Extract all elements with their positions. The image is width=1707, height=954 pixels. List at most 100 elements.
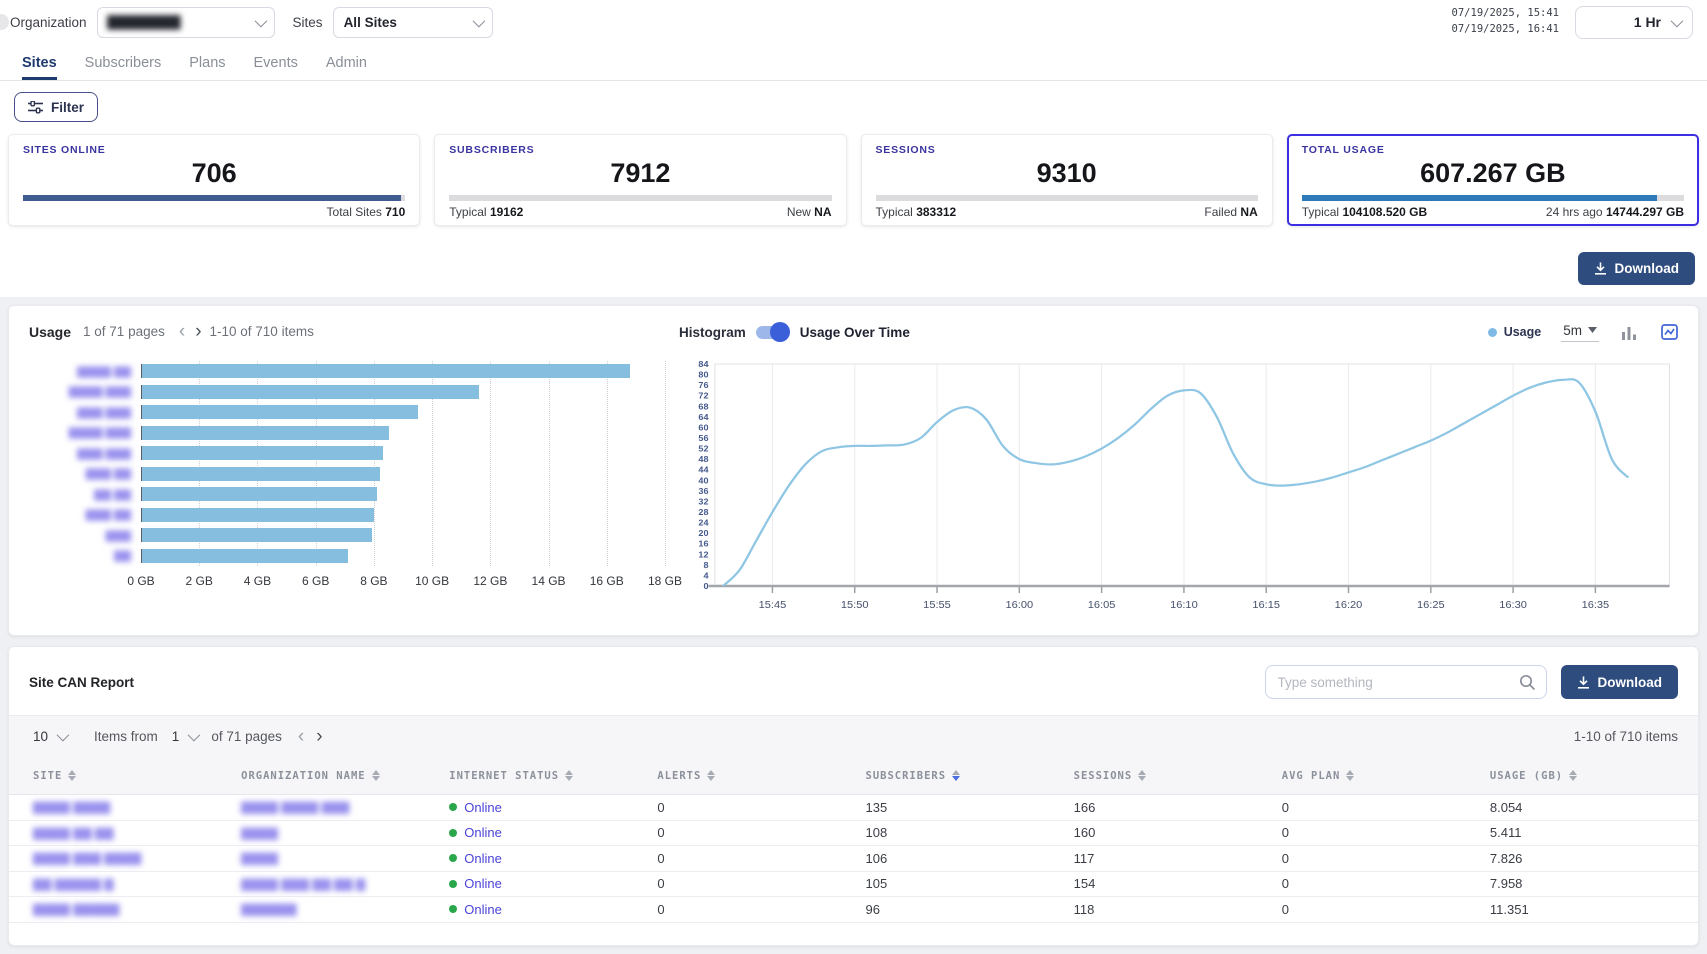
sliders-icon [28,101,43,114]
internet-status-cell: Online [449,825,657,840]
organization-link-redacted[interactable]: ▇▇▇▇ [241,851,449,865]
organization-link-redacted[interactable]: ▇▇▇▇ ▇▇▇ ▇▇ ▇▇ ▇ [241,877,449,891]
table-row: ▇▇▇▇ ▇▇ ▇▇▇▇▇▇Online010816005.411 [9,821,1698,847]
sort-icon [372,770,380,781]
bar-label-redacted[interactable]: ▇▇▇ ▇▇ [29,467,141,480]
site-link-redacted[interactable]: ▇▇▇▇ ▇▇▇ ▇▇▇▇ [33,851,241,865]
column-header-organization-name[interactable]: ORGANIZATION NAME [241,770,449,782]
table-prev-page-button[interactable]: ‹ [296,727,306,746]
bar-x-tick-label: 10 GB [415,574,449,588]
table-body: ▇▇▇▇ ▇▇▇▇▇▇▇▇ ▇▇▇▇ ▇▇▇Online013516608.05… [9,795,1698,923]
internet-status-link[interactable]: Online [464,825,502,840]
kpi-label: SUBSCRIBERS [449,144,831,156]
svg-text:16:30: 16:30 [1499,599,1527,611]
column-header-internet-status[interactable]: INTERNET STATUS [449,770,657,782]
bar[interactable] [142,487,377,501]
usage-prev-page-button[interactable]: ‹ [177,322,187,341]
column-header-alerts[interactable]: ALERTS [657,770,865,782]
bar-row: ▇▇▇▇ ▇▇▇ [29,382,665,403]
svg-text:44: 44 [698,465,708,475]
internet-status-link[interactable]: Online [464,902,502,917]
tab-events[interactable]: Events [254,55,298,80]
kpi-value: 607.267 GB [1302,158,1684,189]
svg-text:56: 56 [698,433,708,443]
site-link-redacted[interactable]: ▇▇▇▇ ▇▇▇▇ [33,800,241,814]
chart-view-toggle[interactable] [756,326,788,339]
bar-chart-grid: ▇▇▇▇ ▇▇▇▇▇▇ ▇▇▇▇▇▇ ▇▇▇▇▇▇▇ ▇▇▇▇▇▇ ▇▇▇▇▇▇… [29,361,665,566]
table-header-row: SITEORGANIZATION NAMEINTERNET STATUSALER… [9,757,1698,795]
line-chart-view-button[interactable] [1659,322,1680,342]
bar[interactable] [142,467,380,481]
kpi-card-subscribers[interactable]: SUBSCRIBERS7912Typical 19162New NA [434,134,846,226]
bar[interactable] [142,405,418,419]
bar-track [141,467,665,481]
usage-title: Usage [29,324,71,340]
bar-label-redacted[interactable]: ▇▇▇ ▇▇▇ [29,406,141,419]
kpi-card-sessions[interactable]: SESSIONS9310Typical 383312Failed NA [861,134,1273,226]
bar[interactable] [142,446,383,460]
bar[interactable] [142,528,372,542]
organization-link-redacted[interactable]: ▇▇▇▇ ▇▇▇▇ ▇▇▇ [241,800,449,814]
bar-label-redacted[interactable]: ▇▇▇▇ ▇▇▇ [29,426,141,439]
filter-button[interactable]: Filter [14,92,98,122]
bar-track [141,426,665,440]
kpi-progress-bar [876,195,1258,201]
internet-status-link[interactable]: Online [464,851,502,866]
tab-plans[interactable]: Plans [189,55,225,80]
organization-link-redacted[interactable]: ▇▇▇▇ [241,826,449,840]
page-size-select[interactable]: 10 [33,729,66,744]
time-range-select[interactable]: 1 Hr [1575,6,1693,39]
bar-label-redacted[interactable]: ▇▇▇ ▇▇ [29,508,141,521]
usage-line-chart-pane: Histogram Usage Over Time Usage 5m [669,322,1698,623]
bar-track [141,528,665,542]
kpi-card-total-usage[interactable]: TOTAL USAGE607.267 GBTypical 104108.520 … [1287,134,1699,226]
site-link-redacted[interactable]: ▇▇▇▇ ▇▇▇▇▇ [33,902,241,916]
usage-next-page-button[interactable]: › [193,322,203,341]
bar-row: ▇▇▇ ▇▇▇ [29,443,665,464]
tab-subscribers[interactable]: Subscribers [85,55,162,80]
sort-icon [1346,770,1354,781]
kpi-card-sites-online[interactable]: SITES ONLINE706Total Sites 710 [8,134,420,226]
bar[interactable] [142,508,374,522]
organization-link-redacted[interactable]: ▇▇▇▇▇▇ [241,902,449,916]
bar[interactable] [142,364,630,378]
avg-plan-cell: 0 [1282,876,1490,891]
internet-status-link[interactable]: Online [464,876,502,891]
site-link-redacted[interactable]: ▇▇▇▇ ▇▇ ▇▇ [33,826,241,840]
table-next-page-button[interactable]: › [314,727,324,746]
site-link-redacted[interactable]: ▇▇ ▇▇▇▇▇ ▇ [33,877,241,891]
sites-select[interactable]: All Sites [333,7,493,38]
column-header-site[interactable]: SITE [33,770,241,782]
bar-label-redacted[interactable]: ▇▇ ▇▇ [29,488,141,501]
bar-label-redacted[interactable]: ▇▇ [29,549,141,562]
search-icon[interactable] [1519,674,1536,691]
column-header-usage-gb-[interactable]: USAGE (GB) [1490,770,1698,782]
legend-usage[interactable]: Usage [1488,325,1542,339]
organization-select[interactable]: ▇▇▇▇▇▇▇ [97,7,275,38]
column-header-subscribers[interactable]: SUBSCRIBERS [866,770,1074,782]
column-chart-view-button[interactable] [1619,323,1639,342]
content-area: Usage 1 of 71 pages ‹ › 1-10 of 710 item… [0,297,1707,954]
bar[interactable] [142,549,348,563]
bar-label-redacted[interactable]: ▇▇▇▇ ▇▇ [29,365,141,378]
bar-label-redacted[interactable]: ▇▇▇▇ ▇▇▇ [29,385,141,398]
svg-text:15:50: 15:50 [841,599,869,611]
download-button-label: Download [1615,261,1680,276]
column-header-sessions[interactable]: SESSIONS [1074,770,1282,782]
report-download-button[interactable]: Download [1561,665,1679,699]
column-header-avg-plan[interactable]: AVG PLAN [1282,770,1490,782]
bar[interactable] [142,385,479,399]
tab-admin[interactable]: Admin [326,55,367,80]
subscribers-cell: 135 [866,800,1074,815]
bar-x-tick-label: 18 GB [648,574,682,588]
bar-label-redacted[interactable]: ▇▇▇ ▇▇▇ [29,447,141,460]
logo-partial [0,14,9,30]
tab-sites[interactable]: Sites [22,55,57,80]
interval-select[interactable]: 5m [1561,323,1599,342]
bar[interactable] [142,426,389,440]
page-select[interactable]: 1 [172,729,198,744]
internet-status-link[interactable]: Online [464,800,502,815]
bar-label-redacted[interactable]: ▇▇▇ [29,529,141,542]
report-search-input[interactable] [1278,675,1519,690]
download-button[interactable]: Download [1578,252,1696,285]
